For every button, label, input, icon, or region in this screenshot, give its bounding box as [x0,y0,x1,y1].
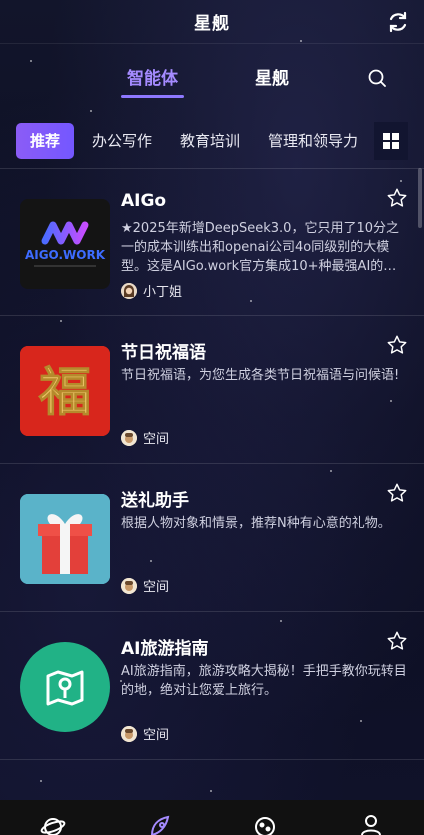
grid-icon[interactable] [374,122,408,160]
fu-character-icon: 福 [20,346,110,436]
author-name: 空间 [143,580,170,595]
agent-author: 小丁姐 [121,281,182,300]
agent-description: AI旅游指南，旅游攻略大揭秘！手把手教你玩转目的地，绝对让您爱上旅行。 [121,664,407,698]
top-bar: 星舰 [0,0,424,44]
star-favorite-icon[interactable] [386,334,408,356]
agent-name: AI旅游指南 [121,639,209,659]
bottom-nav [0,800,424,835]
page-title: 星舰 [194,14,230,34]
avatar [121,725,137,742]
tab-starship[interactable]: 星舰 [255,64,289,89]
aigo-logo-icon: AIGO.WORK [25,221,106,267]
refresh-icon[interactable] [386,10,410,34]
category-chip-education[interactable]: 教育培训 [166,123,254,159]
agent-logo [20,494,110,584]
agent-name: 送礼助手 [121,491,189,511]
category-chip-recommend[interactable]: 推荐 [16,123,75,159]
star-favorite-icon[interactable] [386,187,408,209]
star-favorite-icon[interactable] [386,630,408,652]
tab-agents[interactable]: 智能体 [121,64,184,98]
cookie-icon[interactable] [250,805,280,835]
agent-name: AIGo [121,191,167,211]
author-name: 空间 [143,728,170,743]
gift-icon [20,494,110,584]
agent-description: 节日祝福语，为您生成各类节日祝福语与问候语! [121,368,400,383]
agent-name: 节日祝福语 [121,343,206,363]
avatar [121,282,137,299]
agent-author: 空间 [121,576,169,595]
agent-logo: AIGO.WORK [20,199,110,289]
avatar [121,577,137,594]
rocket-icon[interactable] [144,805,174,835]
fu-character-text: 福 [38,362,91,423]
category-bar: 推荐 办公写作 教育培训 管理和领导力 自我 [16,122,408,160]
agent-description: ★2025年新增DeepSeek3.0，它只用了10分之一的成本训练出和open… [121,221,399,274]
agent-author: 空间 [121,428,169,447]
agent-logo [20,642,110,732]
category-chip-office[interactable]: 办公写作 [78,123,166,159]
agent-author: 空间 [121,724,169,743]
scrollbar[interactable] [418,168,422,228]
agent-card[interactable]: AI旅游指南 AI旅游指南，旅游攻略大揭秘！手把手教你玩转目的地，绝对让您爱上旅… [0,612,424,760]
avatar [121,429,137,446]
planet-icon[interactable] [38,805,68,835]
author-name: 空间 [143,432,170,447]
agent-list: AIGO.WORK AIGo ★2025年新增DeepSeek3.0，它只用了1… [0,168,424,760]
agent-description: 根据人物对象和情景，推荐N种有心意的礼物。 [121,516,391,531]
star-favorite-icon[interactable] [386,482,408,504]
agent-card[interactable]: 送礼助手 根据人物对象和情景，推荐N种有心意的礼物。 空间 [0,464,424,612]
user-icon[interactable] [356,805,386,835]
aigo-logo-text: AIGO.WORK [25,248,106,262]
author-name: 小丁姐 [143,285,183,300]
category-chip-management[interactable]: 管理和领导力 [254,123,372,159]
search-icon[interactable] [367,68,387,88]
main-tabs: 智能体 星舰 [0,56,424,98]
map-icon [20,642,110,732]
agent-card[interactable]: AIGO.WORK AIGo ★2025年新增DeepSeek3.0，它只用了1… [0,168,424,316]
agent-logo: 福 [20,346,110,436]
agent-card[interactable]: 福 节日祝福语 节日祝福语，为您生成各类节日祝福语与问候语! 空间 [0,316,424,464]
